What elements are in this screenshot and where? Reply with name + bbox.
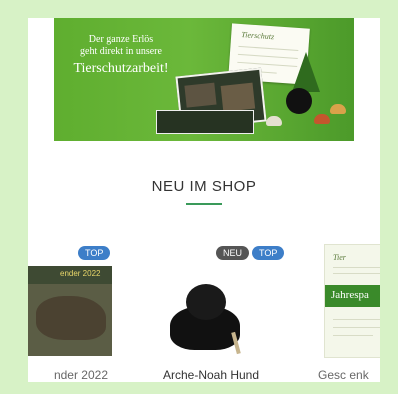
banner-line-3: Tierschutzarbeit! [73, 61, 169, 76]
boar-image [36, 296, 106, 340]
section-title: NEU IM SHOP [151, 178, 257, 195]
product-card[interactable]: TOP ender 2022 nder 2022 [28, 240, 112, 382]
banner-mushroom-decoration [266, 116, 282, 126]
product-card[interactable]: NEU TOP Arche-Noah Hund [136, 240, 286, 382]
product-image-card[interactable]: Tier Jahrespa [324, 244, 380, 358]
card-image-title: Tier [333, 253, 346, 262]
banner-line-1: Der ganze Erlös [88, 34, 154, 45]
donation-banner[interactable]: Der ganze Erlös geht direkt in unsere Ti… [54, 18, 354, 141]
badge-new: NEU [216, 246, 250, 260]
banner-certificate-title: Tierschutz [240, 30, 275, 42]
product-card[interactable]: Tier Jahrespa Gesc enk [314, 240, 380, 382]
section-title-underline [186, 203, 222, 205]
banner-mushroom-decoration [330, 104, 346, 114]
badge-top: TOP [252, 246, 285, 260]
product-image-calendar[interactable]: ender 2022 [28, 266, 112, 356]
banner-photo-strip [156, 110, 254, 134]
product-name[interactable]: Arche-Noah Hund [136, 368, 286, 382]
badge-top: TOP [78, 246, 111, 260]
banner-text: Der ganze Erlös geht direkt in unsere Ti… [62, 34, 180, 77]
banner-line-2: geht direkt in unsere [80, 45, 162, 57]
banner-mushroom-decoration [314, 114, 330, 124]
product-name[interactable]: nder 2022 [28, 368, 108, 382]
banner-plush-dog [286, 88, 312, 114]
shop-frame: Der ganze Erlös geht direkt in unsere Ti… [28, 18, 380, 382]
banner-tree-decoration [292, 52, 320, 92]
calendar-image-text: ender 2022 [60, 269, 101, 278]
product-name[interactable]: Gesc enk [318, 368, 380, 382]
card-image-text: Jahrespa [331, 289, 369, 301]
product-image-plush-dog[interactable] [136, 266, 286, 366]
